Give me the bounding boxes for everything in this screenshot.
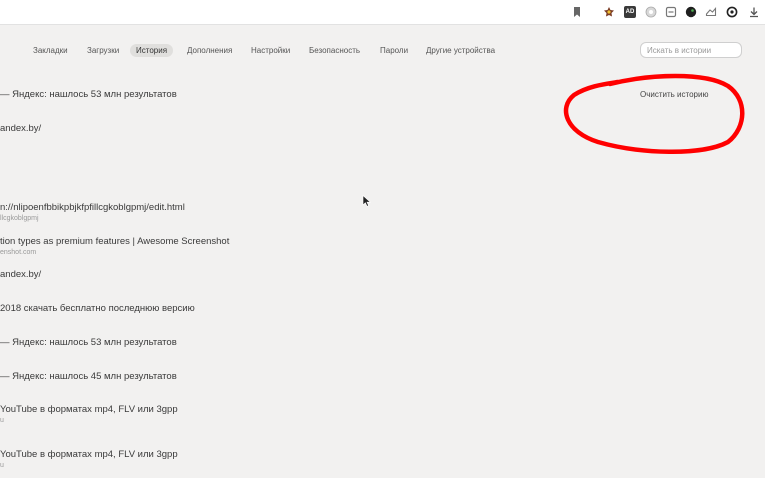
tab-downloads[interactable]: Загрузки (81, 44, 125, 57)
extension-icon[interactable] (705, 6, 717, 18)
adblock-icon[interactable]: AD (624, 6, 636, 18)
tab-history[interactable]: История (130, 44, 174, 57)
history-entry-title: andex.by/ (0, 269, 42, 280)
history-entry[interactable]: n://nlipoenfbbikpbjkfpfillcgkoblgpmj/edi… (0, 202, 185, 224)
history-entry-title: — Яндекс: нашлось 45 млн результатов (0, 371, 177, 382)
bookmark-icon[interactable] (571, 6, 583, 18)
extension-icon[interactable] (603, 6, 615, 18)
tab-other-devices[interactable]: Другие устройства (420, 44, 501, 57)
mouse-cursor-icon (362, 195, 372, 207)
history-entry[interactable]: — Яндекс: нашлось 45 млн результатов (0, 371, 177, 383)
history-entry-domain: llcgkoblgpmj (0, 215, 39, 222)
history-entry[interactable]: 2018 скачать бесплатно последнюю версию (0, 303, 195, 315)
history-entry[interactable]: andex.by/ (0, 123, 41, 135)
history-entry-title: n://nlipoenfbbikpbjkfpfillcgkoblgpmj/edi… (0, 202, 185, 213)
history-entry-title: YouTube в форматах mp4, FLV или 3gpp (0, 449, 178, 460)
history-entry-title: andex.by/ (0, 123, 42, 134)
extension-icon[interactable] (685, 6, 697, 18)
download-icon[interactable] (748, 6, 760, 18)
extension-icon[interactable] (645, 6, 657, 18)
history-entry-domain: u (0, 417, 4, 424)
tab-extensions[interactable]: Дополнения (181, 44, 238, 57)
extension-icon[interactable] (665, 6, 677, 18)
history-entry[interactable]: — Яндекс: нашлось 53 млн результатов (0, 337, 177, 349)
history-entry[interactable]: andex.by/ (0, 269, 41, 281)
tab-settings[interactable]: Настройки (245, 44, 296, 57)
history-entry-title: YouTube в форматах mp4, FLV или 3gpp (0, 404, 178, 415)
history-entry-title: 2018 скачать бесплатно последнюю версию (0, 303, 195, 314)
history-entry[interactable]: YouTube в форматах mp4, FLV или 3gpp u (0, 404, 178, 426)
extension-icon[interactable] (726, 6, 738, 18)
history-search-input[interactable] (640, 42, 742, 58)
history-entry-domain: u (0, 462, 4, 469)
tab-bookmarks[interactable]: Закладки (27, 44, 74, 57)
history-entry-title: — Яндекс: нашлось 53 млн результатов (0, 89, 177, 100)
tab-security[interactable]: Безопасность (303, 44, 366, 57)
history-entry[interactable]: tion types as premium features | Awesome… (0, 236, 229, 258)
history-entry-title: tion types as premium features | Awesome… (0, 236, 230, 247)
history-entry-domain: enshot.com (0, 249, 37, 256)
history-entry-title: — Яндекс: нашлось 53 млн результатов (0, 337, 177, 348)
tab-passwords[interactable]: Пароли (374, 44, 414, 57)
browser-toolbar: AD (0, 0, 765, 25)
history-entry[interactable]: — Яндекс: нашлось 53 млн результатов (0, 89, 177, 101)
clear-history-button[interactable]: Очистить историю (640, 90, 708, 99)
history-entry[interactable]: YouTube в форматах mp4, FLV или 3gpp u (0, 449, 178, 471)
